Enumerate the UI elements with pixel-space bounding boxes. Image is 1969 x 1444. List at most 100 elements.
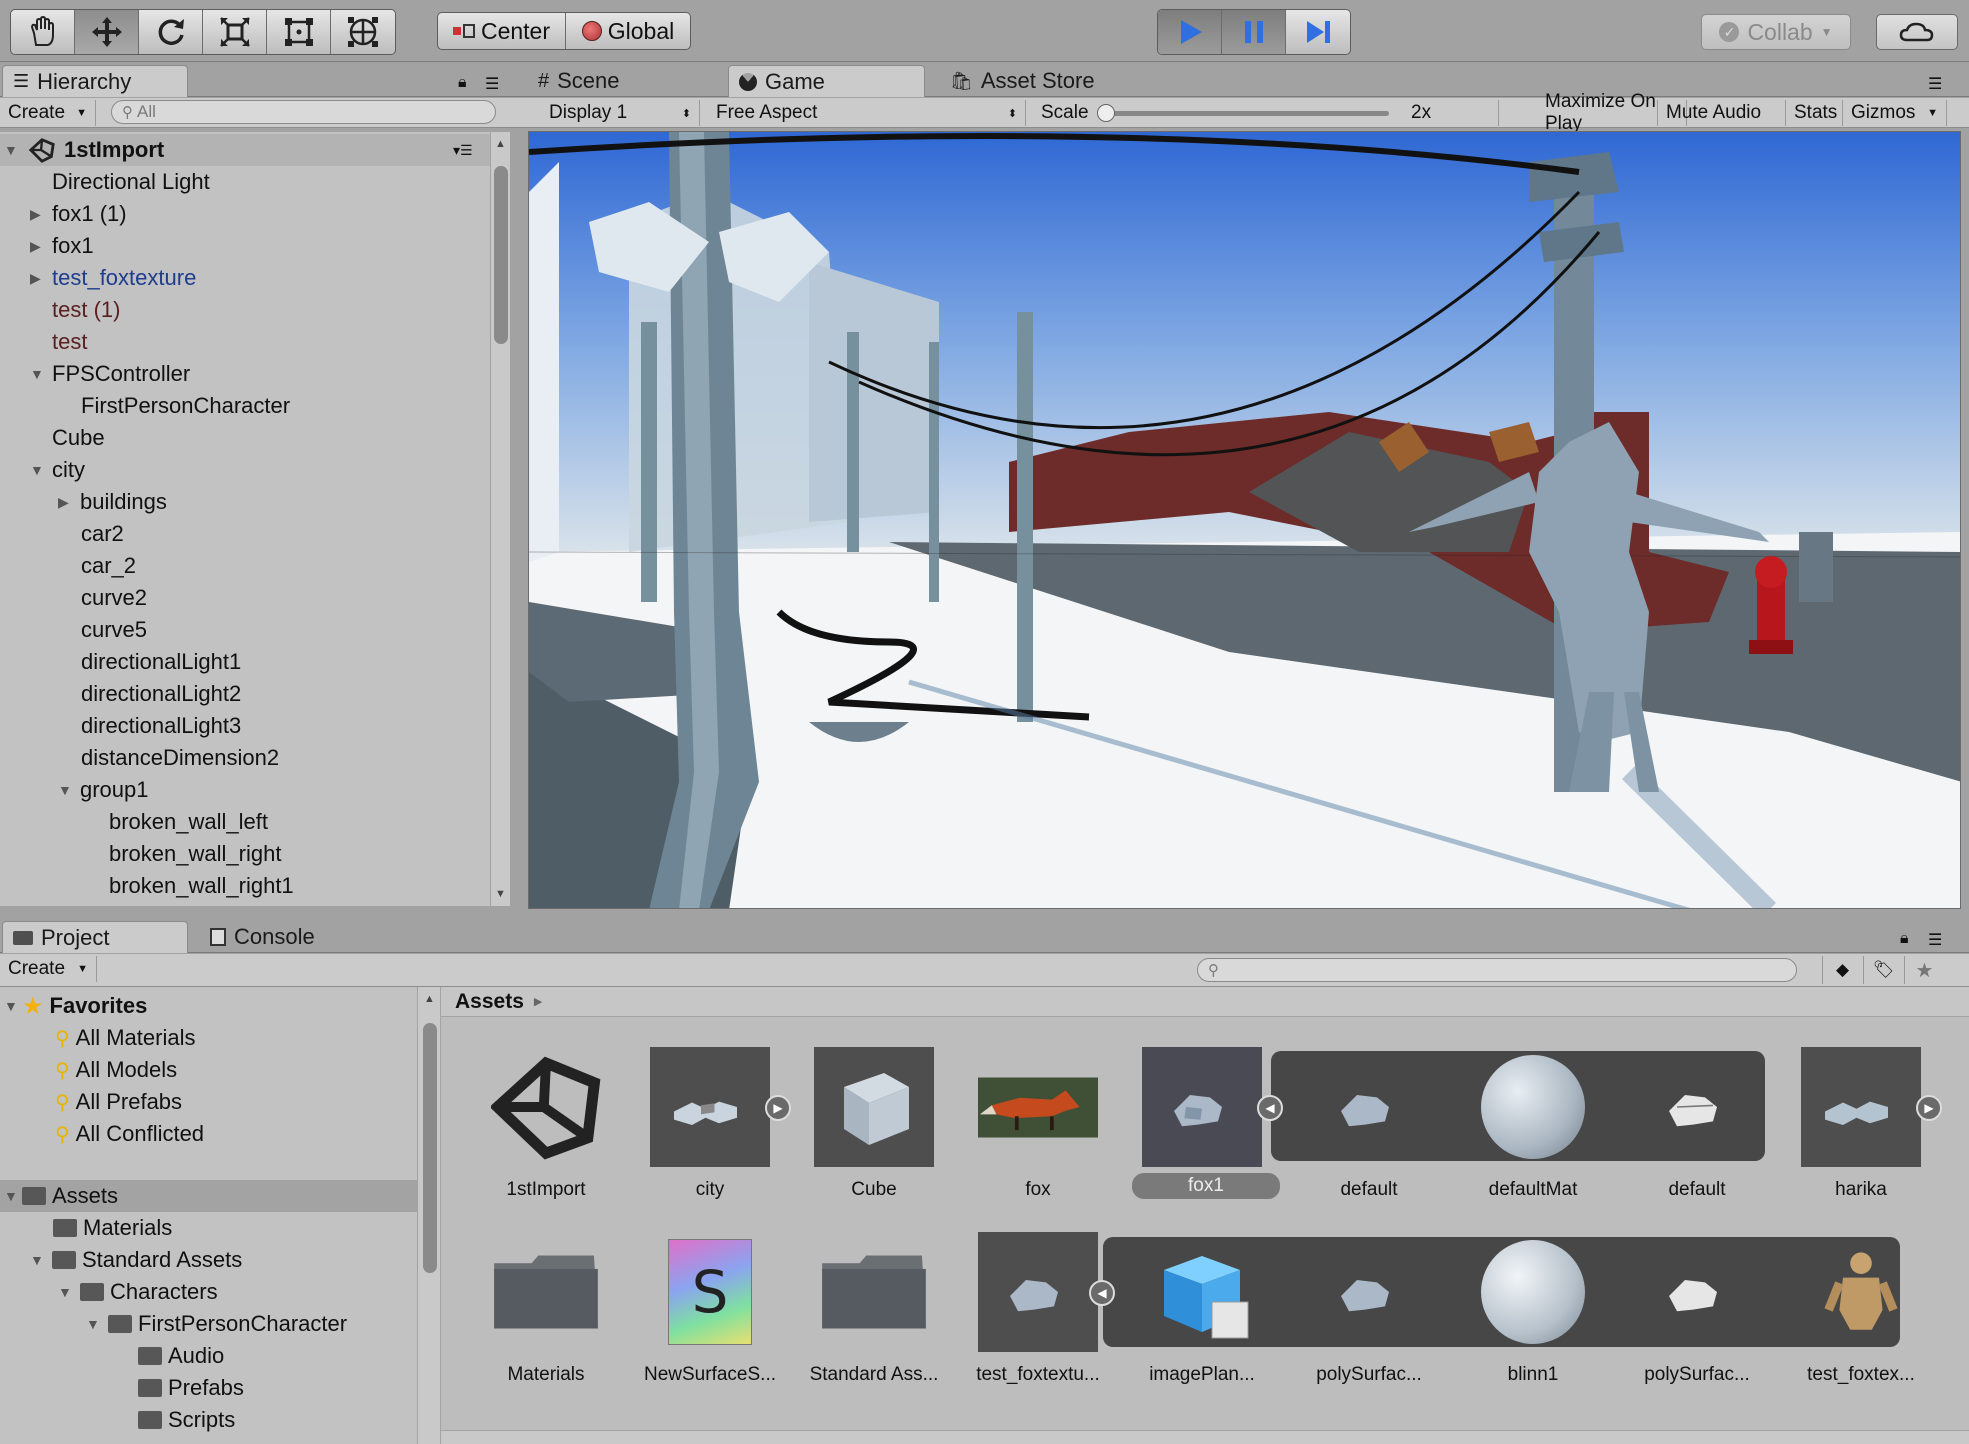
project-tree-item[interactable]: ▼ Characters — [0, 1276, 420, 1308]
collab-button[interactable]: ✓ Collab ▼ — [1701, 14, 1851, 50]
project-tree-item[interactable]: ▼ Standard Assets — [0, 1244, 420, 1276]
project-tree-scroll-thumb[interactable] — [423, 1023, 437, 1273]
hierarchy-item[interactable]: ▶ fox1 — [0, 230, 490, 262]
asset-item[interactable]: blinn1 — [1463, 1232, 1603, 1386]
expand-subassets-icon[interactable]: ▶ — [765, 1095, 791, 1121]
lock-icon[interactable]: 🔒︎ — [458, 74, 467, 92]
stats-toggle[interactable]: Stats — [1786, 100, 1843, 126]
scroll-down-icon[interactable]: ▼ — [495, 888, 506, 900]
scroll-up-icon[interactable]: ▲ — [495, 138, 506, 150]
expanded-triangle-icon[interactable]: ▼ — [30, 1252, 48, 1268]
hierarchy-item[interactable]: ▶ test_foxtexture — [0, 262, 490, 294]
project-tree-item[interactable]: ▼ Assets — [0, 1180, 420, 1212]
asset-item[interactable]: Standard Ass... — [804, 1232, 944, 1386]
hierarchy-item[interactable]: ▼ FPSController — [0, 358, 490, 390]
aspect-dropdown[interactable]: Free Aspect ⬍ — [708, 100, 1026, 126]
project-tree-item[interactable]: Scripts — [0, 1404, 420, 1436]
collapse-subassets-icon[interactable]: ◀ — [1089, 1280, 1115, 1306]
hierarchy-create-dropdown[interactable]: Create ▼ — [0, 100, 96, 126]
asset-item[interactable]: test_foxtextu... — [968, 1232, 1108, 1386]
asset-item[interactable]: fox1 — [1132, 1047, 1280, 1199]
favorite-item[interactable]: ⚲ All Models — [0, 1054, 420, 1086]
asset-item[interactable]: 1stImport — [476, 1047, 616, 1201]
panel-menu-icon[interactable]: ☰ — [1928, 930, 1942, 950]
asset-item[interactable]: default — [1627, 1047, 1767, 1201]
expanded-triangle-icon[interactable]: ▼ — [86, 1316, 104, 1332]
asset-item[interactable]: harika — [1791, 1047, 1931, 1201]
asset-item[interactable]: Materials — [476, 1232, 616, 1386]
hierarchy-item[interactable]: directionalLight3 — [0, 710, 490, 742]
asset-item[interactable]: default — [1299, 1047, 1439, 1201]
asset-item[interactable]: S NewSurfaceS... — [640, 1232, 780, 1386]
collapsed-triangle-icon[interactable]: ▶ — [30, 270, 48, 287]
scene-menu-icon[interactable]: ▾☰ — [453, 142, 473, 159]
filter-by-type-button[interactable]: ◆ — [1822, 956, 1862, 984]
asset-item[interactable]: polySurfac... — [1627, 1232, 1767, 1386]
panel-menu-icon[interactable]: ☰ — [1928, 74, 1942, 94]
expanded-triangle-icon[interactable]: ▼ — [58, 782, 76, 798]
hierarchy-item[interactable]: test (1) — [0, 294, 490, 326]
hierarchy-item[interactable]: directionalLight1 — [0, 646, 490, 678]
project-tree-item[interactable]: Materials — [0, 1212, 420, 1244]
pivot-global-button[interactable]: Global — [566, 13, 690, 49]
hierarchy-item[interactable]: distanceDimension2 — [0, 742, 490, 774]
favorite-item[interactable]: ⚲ All Conflicted — [0, 1118, 420, 1150]
hierarchy-item[interactable]: directionalLight2 — [0, 678, 490, 710]
expanded-triangle-icon[interactable]: ▼ — [4, 1188, 22, 1204]
hierarchy-item[interactable]: car_2 — [0, 550, 490, 582]
rect-tool-button[interactable] — [267, 10, 331, 54]
scale-slider[interactable] — [1097, 104, 1389, 122]
tab-game[interactable]: Game — [728, 65, 925, 97]
hierarchy-item[interactable]: test — [0, 326, 490, 358]
favorites-header[interactable]: ▼ ★ Favorites — [0, 990, 420, 1022]
project-tree-scrollbar[interactable]: ▲ — [417, 987, 441, 1444]
tab-console[interactable]: Console — [200, 921, 380, 953]
hierarchy-item[interactable]: broken_wall_left — [0, 806, 490, 838]
transform-tool-button[interactable] — [331, 10, 395, 54]
asset-item[interactable]: fox — [968, 1047, 1108, 1201]
tab-project[interactable]: Project — [2, 921, 188, 953]
hierarchy-search-input[interactable]: ⚲ All — [111, 100, 496, 124]
gizmos-dropdown[interactable]: Gizmos ▼ — [1843, 100, 1947, 126]
filter-by-label-button[interactable]: 🏷︎ — [1863, 956, 1903, 984]
panel-menu-icon[interactable]: ☰ — [485, 74, 499, 94]
expanded-triangle-icon[interactable]: ▼ — [4, 998, 22, 1014]
hierarchy-item[interactable]: ▶ buildings — [0, 486, 490, 518]
tab-asset-store[interactable]: 🛍︎ Asset Store — [940, 65, 1140, 97]
breadcrumb-assets[interactable]: Assets — [455, 990, 524, 1014]
favorite-item[interactable]: ⚲ All Materials — [0, 1022, 420, 1054]
hierarchy-item[interactable]: ▼ group1 — [0, 774, 490, 806]
hierarchy-item[interactable]: ▶ fox1 (1) — [0, 198, 490, 230]
hierarchy-item[interactable]: broken_wall_right — [0, 838, 490, 870]
favorite-star-button[interactable]: ★ — [1904, 956, 1944, 984]
display-dropdown[interactable]: Display 1 ⬍ — [541, 100, 700, 126]
favorite-item[interactable]: ⚲ All Prefabs — [0, 1086, 420, 1118]
asset-item[interactable]: city — [640, 1047, 780, 1201]
scale-tool-button[interactable] — [203, 10, 267, 54]
move-tool-button[interactable] — [75, 10, 139, 54]
tab-hierarchy[interactable]: ☰ Hierarchy — [2, 65, 188, 97]
expand-subassets-icon[interactable]: ▶ — [1916, 1095, 1942, 1121]
hierarchy-item[interactable]: broken_wall_right1 — [0, 870, 490, 902]
scene-row[interactable]: ▼ 1stImport ▾☰ — [0, 134, 490, 166]
asset-item[interactable]: imagePlan... — [1132, 1232, 1272, 1386]
hierarchy-item[interactable]: ▼ city — [0, 454, 490, 486]
expanded-triangle-icon[interactable]: ▼ — [58, 1284, 76, 1300]
project-tree-item[interactable]: ▼ FirstPersonCharacter — [0, 1308, 420, 1340]
project-search-input[interactable]: ⚲ — [1197, 958, 1797, 982]
hierarchy-scroll-thumb[interactable] — [494, 166, 508, 344]
project-tree-item[interactable]: Prefabs — [0, 1372, 420, 1404]
asset-item[interactable]: polySurfac... — [1299, 1232, 1439, 1386]
rotate-tool-button[interactable] — [139, 10, 203, 54]
play-button[interactable] — [1158, 10, 1222, 54]
asset-item[interactable]: defaultMat — [1463, 1047, 1603, 1201]
asset-item[interactable]: Cube — [804, 1047, 944, 1201]
hierarchy-item[interactable]: Directional Light — [0, 166, 490, 198]
lock-icon[interactable]: 🔒︎ — [1900, 930, 1909, 948]
scale-slider-knob[interactable] — [1097, 104, 1115, 122]
game-viewport[interactable] — [528, 131, 1961, 909]
pause-button[interactable] — [1222, 10, 1286, 54]
expanded-triangle-icon[interactable]: ▼ — [30, 366, 48, 382]
hierarchy-item[interactable]: curve2 — [0, 582, 490, 614]
tab-scene[interactable]: # Scene — [528, 65, 708, 97]
